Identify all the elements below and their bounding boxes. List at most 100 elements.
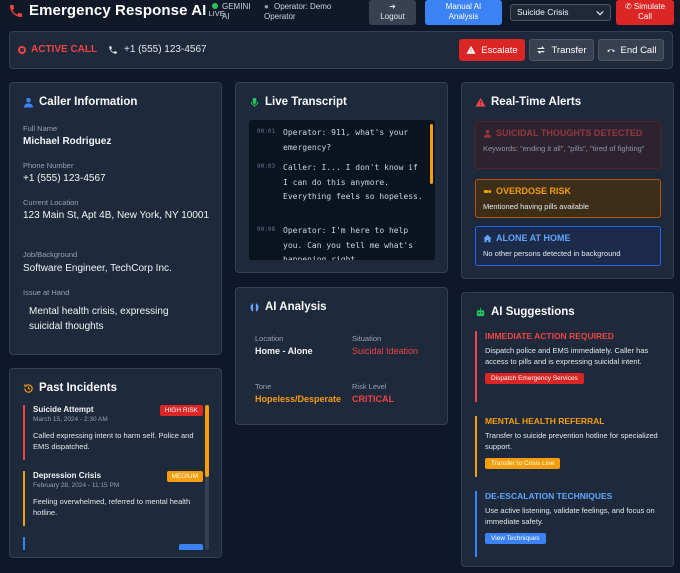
home-icon [483,234,492,242]
tone-value: Hopeless/Desperate [255,394,342,404]
past-incidents-title: Past Incidents [23,382,117,394]
microphone-icon [250,97,259,107]
operator-label-2: Operator [264,12,296,21]
full-name-value: Michael Rodriguez [23,136,112,147]
operator-info: ● Operator: Demo Operator [264,2,331,22]
transcript-title-text: Live Transcript [265,96,347,108]
situation-label: Situation [352,334,382,343]
active-call-bar: ACTIVE CALL +1 (555) 123-4567 Escalate T… [9,31,673,69]
view-techniques-button[interactable]: View Techniques [485,533,546,544]
real-time-alerts-panel: Real-Time Alerts SUICIDAL THOUGHTS DETEC… [461,82,674,279]
phone-value: +1 (555) 123-4567 [23,173,106,184]
live-transcript-panel: Live Transcript 00:01 Operator: 911, wha… [235,82,448,273]
alert-head: ALONE AT HOME [496,233,571,243]
suggestion-head: DE-ESCALATION TECHNIQUES [485,491,613,501]
risk-badge: HIGH RISK [159,405,203,416]
suggestions-title: AI Suggestions [475,306,575,318]
manual-label-2: Analysis [448,12,479,21]
caller-information-title: Caller Information [23,96,137,108]
dispatch-emergency-button[interactable]: Dispatch Emergency Services [485,373,584,384]
suggestion-body: Use active listening, validate feelings,… [485,506,655,526]
live-transcript-title: Live Transcript [249,96,347,108]
hangup-icon [606,49,615,52]
issue-label: Issue at Hand [23,288,70,297]
tone-label: Tone [255,382,272,391]
phone-icon [10,4,22,17]
status-dot-icon [212,3,218,9]
pills-icon [483,189,492,193]
logout-button[interactable]: ➜ Logout [369,0,416,25]
manual-analysis-button[interactable]: Manual AI Analysis [425,0,502,25]
incident-item[interactable]: Suicide Attempt March 15, 2024 - 2:30 AM… [23,405,203,460]
scenario-select[interactable]: Suicide Crisis [510,4,611,21]
logout-label: Logout [380,12,405,21]
location-value: 123 Main St, Apt 4B, New York, NY 10001 [23,210,210,221]
suggestion-head: MENTAL HEALTH REFERRAL [485,416,605,426]
issue-value: Mental health crisis, expressing suicida… [29,306,169,332]
logout-icon: ➜ [389,2,396,11]
brain-icon [250,302,259,311]
past-incidents-panel: Past Incidents Suicide Attempt March 15,… [9,368,222,558]
end-call-button[interactable]: End Call [598,39,664,61]
history-icon [24,383,33,393]
location-value: Home - Alone [255,346,313,356]
incident-desc: Feeling overwhelmed, referred to mental … [33,497,191,517]
phone-small-icon: ✆ [624,2,632,11]
warning-icon [475,97,486,107]
transcript-scrollbar[interactable] [430,124,433,184]
caller-title-text: Caller Information [39,96,138,108]
incident-date: March 15, 2024 - 2:30 AM [33,416,108,423]
incident-item-partial [23,537,25,550]
situation-value: Suicidal Ideation [352,346,419,356]
suggestions-title-text: AI Suggestions [491,306,575,318]
call-number: +1 (555) 123-4567 [108,44,207,55]
transfer-label: Transfer [551,44,587,56]
app-title: Emergency Response AI [29,2,207,19]
suggestion-body: Dispatch police and EMS immediately. Cal… [485,346,649,366]
job-label: Job/Background [23,250,78,259]
job-value: Software Engineer, TechCorp Inc. [23,263,172,274]
transfer-button[interactable]: Transfer [529,39,594,61]
incident-list[interactable]: Suicide Attempt March 15, 2024 - 2:30 AM… [23,405,209,550]
incidents-scrollbar[interactable] [205,405,209,550]
timestamp: 00:03 [257,163,276,170]
caller-information-panel: Caller Information Full Name Michael Rod… [9,82,222,355]
phone-label: Phone Number [23,161,74,170]
transcript-line: 00:01 Operator: 911, what's your emergen… [257,126,427,155]
brand: Emergency Response AI LIVE [8,2,225,19]
incident-date: February 28, 2024 - 11:15 PM [33,482,120,489]
alert-suicidal-thoughts[interactable]: SUICIDAL THOUGHTS DETECTED Keywords: "en… [475,121,661,169]
gemini-status: GEMINI AI [212,2,250,22]
alerts-title: Real-Time Alerts [475,96,581,108]
simulate-label-2: Call [638,12,652,21]
incident-item[interactable]: Depression Crisis February 28, 2024 - 11… [23,471,203,526]
user-icon: ● [264,2,269,11]
alert-overdose-risk[interactable]: OVERDOSE RISK Mentioned having pills ava… [475,179,661,218]
alert-alone-at-home[interactable]: ALONE AT HOME No other persons detected … [475,226,661,266]
past-title-text: Past Incidents [39,382,117,394]
robot-icon [476,307,485,316]
suggestion-immediate-action: IMMEDIATE ACTION REQUIRED Dispatch polic… [475,331,661,402]
gemini-label-2: AI [222,12,230,21]
timestamp: 00:08 [257,226,276,233]
ai-analysis-panel: AI Analysis Location Home - Alone Situat… [235,287,448,425]
transfer-icon [537,46,546,54]
transfer-crisis-line-button[interactable]: Transfer to Crisis Line [485,458,561,469]
operator-label: Operator: Demo [274,2,332,11]
alerts-title-text: Real-Time Alerts [491,96,582,108]
incidents-scroll-thumb[interactable] [205,405,209,477]
badge-partial [179,544,203,550]
risk-badge: MEDIUM [166,471,203,482]
transcript-text: Operator: 911, what's your emergency? [283,128,409,152]
active-call-status: ACTIVE CALL [18,44,97,55]
suggestion-body: Transfer to suicide prevention hotline f… [485,431,658,451]
transcript-text: Caller: I... I don't know if I can do th… [283,163,423,201]
suggestion-head: IMMEDIATE ACTION REQUIRED [485,331,614,341]
simulate-label-1: Simulate [633,2,666,11]
escalate-button[interactable]: Escalate [459,39,525,61]
phone-icon [109,45,117,54]
transcript-box[interactable]: 00:01 Operator: 911, what's your emergen… [249,120,435,260]
scenario-value: Suicide Crisis [517,7,569,17]
simulate-call-button[interactable]: ✆ Simulate Call [616,0,674,25]
gemini-label: GEMINI [222,2,251,11]
